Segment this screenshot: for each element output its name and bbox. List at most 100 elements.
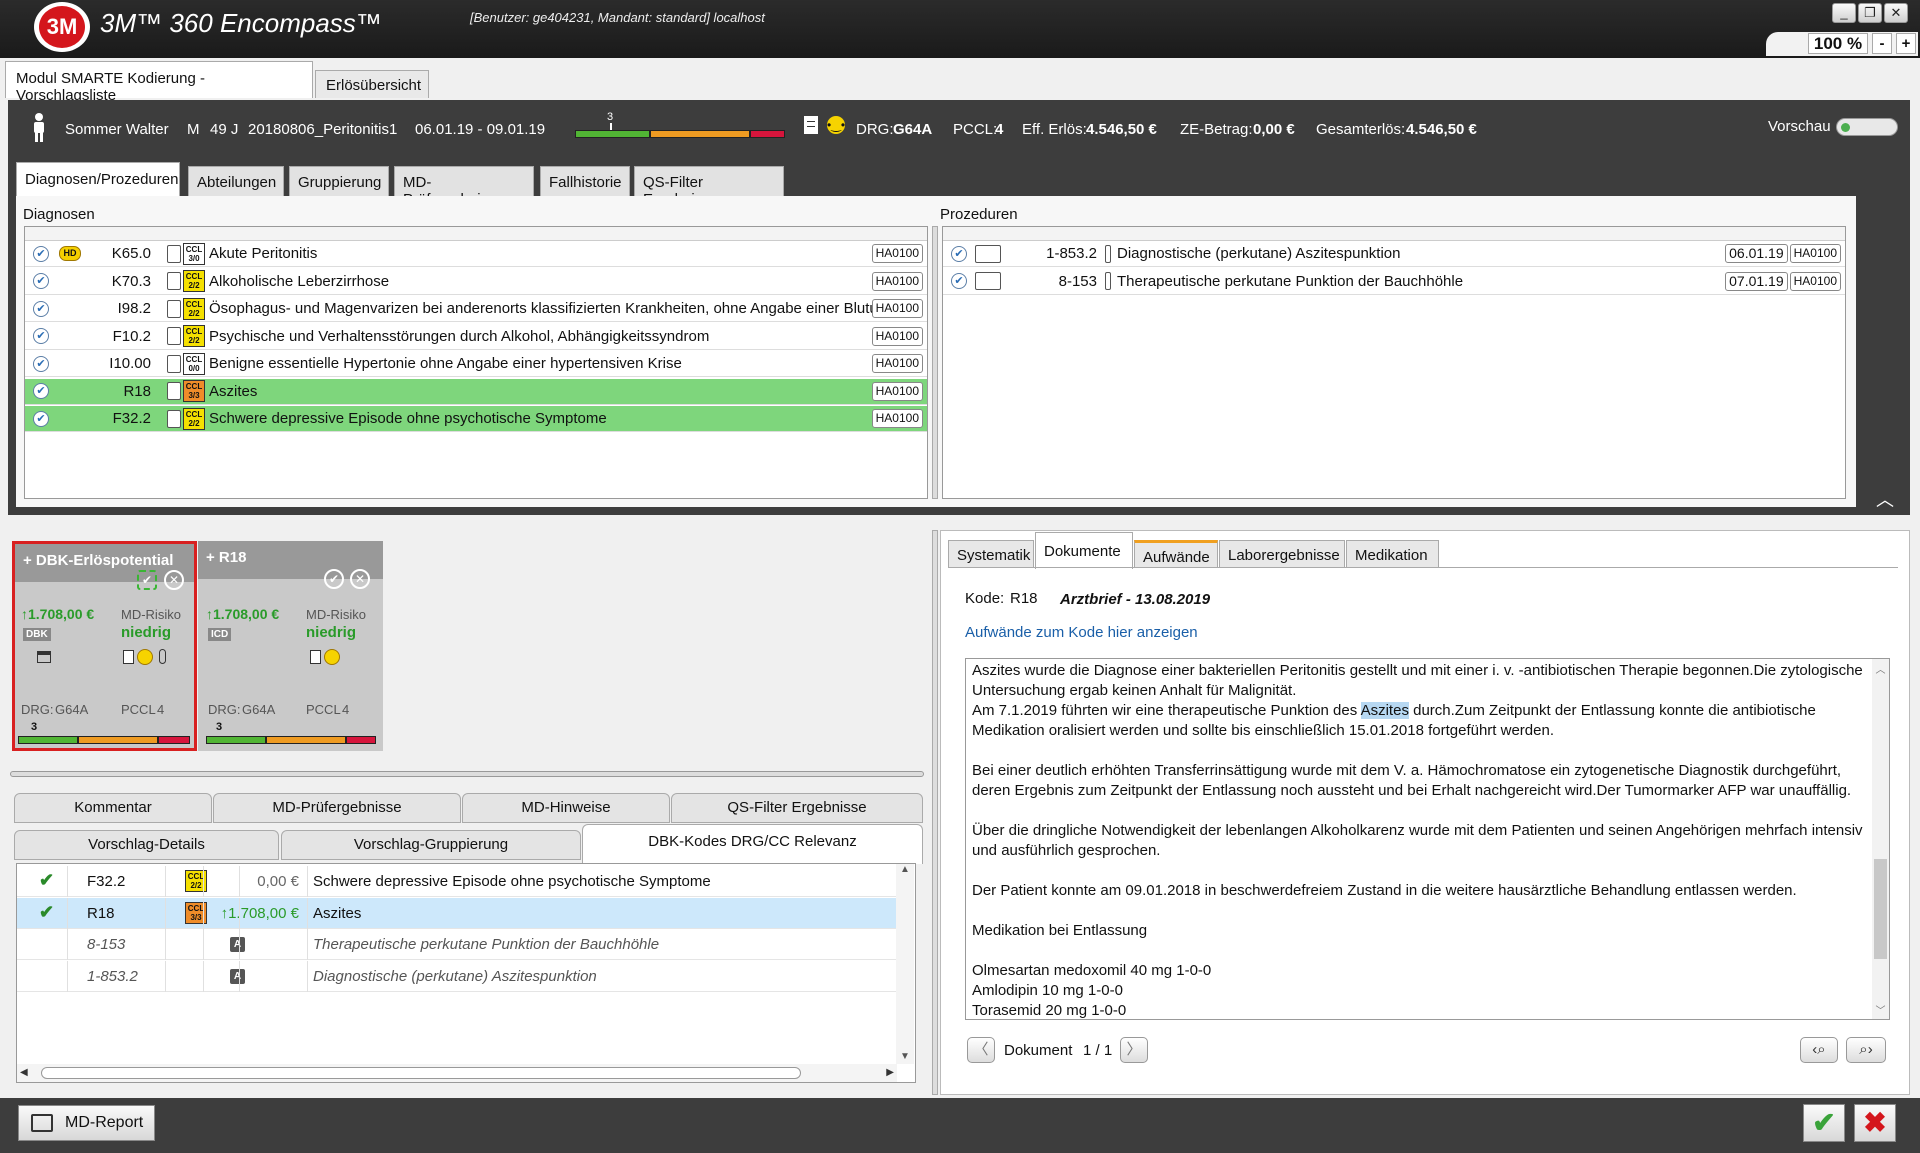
tab-qs-filter-lower[interactable]: QS-Filter Ergebnisse xyxy=(671,793,923,823)
aufwaende-link[interactable]: Aufwände zum Kode hier anzeigen xyxy=(965,624,1198,641)
tab-laborergebnisse[interactable]: Laborergebnisse xyxy=(1219,540,1345,568)
card-scale-label: 3 xyxy=(216,721,223,733)
document-icon[interactable] xyxy=(310,650,321,664)
prozedur-row[interactable]: ✔ 1-853.2 Diagnostische (perkutane) Aszite… xyxy=(943,241,1845,267)
check-icon[interactable]: ✔ xyxy=(951,245,967,262)
tab-systematik[interactable]: Systematik xyxy=(948,540,1034,568)
tab-kommentar[interactable]: Kommentar xyxy=(14,793,212,823)
card-dbk-erloespotential[interactable]: + DBK-Erlöspotential ✔ ✕ ↑1.708,00 € MD-… xyxy=(12,541,197,751)
select-box[interactable] xyxy=(167,382,181,400)
document-icon[interactable] xyxy=(123,650,134,664)
select-box[interactable] xyxy=(167,327,181,345)
check-icon[interactable]: ✔ xyxy=(33,300,49,317)
select-box[interactable] xyxy=(975,244,1001,263)
dbk-row[interactable]: 8-153 A Therapeutische perkutane Punktion … xyxy=(17,929,899,960)
tab-aufwaende[interactable]: Aufwände xyxy=(1134,540,1218,568)
search-next-icon[interactable]: ⌕› xyxy=(1846,1037,1886,1063)
document-scrollbar[interactable]: ︿ ﹀ xyxy=(1872,659,1889,1019)
tab-dokumente[interactable]: Dokumente xyxy=(1035,532,1133,569)
check-icon[interactable]: ✔ xyxy=(33,328,49,344)
vorschau-toggle[interactable] xyxy=(1836,118,1898,136)
card-accept-icon[interactable]: ✔ xyxy=(137,570,157,590)
check-icon[interactable]: ✔ xyxy=(33,273,49,289)
check-icon[interactable]: ✔ xyxy=(33,410,49,427)
zoom-out-button[interactable]: - xyxy=(1872,33,1892,54)
tab-abteilungen[interactable]: Abteilungen xyxy=(188,166,284,196)
dbk-row[interactable]: ✔ R18 CCL 3/3 ↑1.708,00 € Aszites xyxy=(17,897,899,929)
tab-md-hinweise[interactable]: MD-Hinweise xyxy=(462,793,670,823)
department-badge[interactable]: HA0100 xyxy=(871,354,923,373)
next-document-button[interactable]: 〉 xyxy=(1120,1037,1148,1063)
check-icon[interactable]: ✔ xyxy=(33,383,49,399)
tab-fallhistorie[interactable]: Fallhistorie xyxy=(540,166,630,196)
prozedur-row[interactable]: ✔ 8-153 Therapeutische perkutane Punktion … xyxy=(943,269,1845,295)
select-box[interactable] xyxy=(975,272,1001,290)
tab-md-pruefergebnisse-lower[interactable]: MD-Prüfergebnisse xyxy=(213,793,461,823)
confirm-button[interactable]: ✔ xyxy=(1803,1104,1845,1142)
vertical-splitter[interactable] xyxy=(932,530,938,1095)
pccl-value: 4 xyxy=(995,121,1004,138)
close-icon[interactable]: ✕ xyxy=(1884,3,1908,23)
cancel-button[interactable]: ✖ xyxy=(1854,1104,1896,1142)
department-badge[interactable]: HA0100 xyxy=(871,409,923,428)
collapse-icon[interactable]: ︿ xyxy=(1876,486,1894,512)
department-badge[interactable]: HA0100 xyxy=(871,299,923,318)
department-badge[interactable]: HA0100 xyxy=(1789,244,1841,263)
select-box[interactable] xyxy=(167,244,181,263)
search-prev-icon[interactable]: ‹⌕ xyxy=(1800,1037,1838,1063)
tab-smarte-kodierung[interactable]: Modul SMARTE Kodierung - Vorschlagsliste xyxy=(5,61,313,104)
check-icon[interactable]: ✔ xyxy=(951,273,967,289)
prozedur-date[interactable]: 06.01.19 xyxy=(1725,244,1788,263)
tab-vorschlag-details[interactable]: Vorschlag-Details xyxy=(14,830,279,860)
tab-md-pruefergebnisse[interactable]: MD-Prüfergebnisse xyxy=(394,166,534,208)
card-reject-icon[interactable]: ✕ xyxy=(164,570,184,590)
dbk-amount: 0,00 € xyxy=(257,873,299,890)
card-r18[interactable]: + R18 ✔ ✕ ↑1.708,00 € MD-Risiko niedrig … xyxy=(198,541,383,751)
zoom-in-button[interactable]: + xyxy=(1896,33,1916,54)
dbk-row[interactable]: ✔ F32.2 CCL 2/2 0,00 € Schwere depressive Epi… xyxy=(17,866,899,897)
diagnose-row[interactable]: ✔ F10.2 CCL 2/2 Psychische und Verhaltensstö… xyxy=(25,324,927,350)
md-report-button[interactable]: MD-Report xyxy=(18,1105,155,1141)
department-badge[interactable]: HA0100 xyxy=(871,244,923,263)
diagnose-row[interactable]: ✔ I10.00 CCL 0/0 Benigne essentielle Hyperto… xyxy=(25,351,927,377)
select-box[interactable] xyxy=(167,409,181,428)
horizontal-scrollbar[interactable]: ◀ ▶ xyxy=(17,1064,897,1082)
diagnose-row[interactable]: ✔ R18 CCL 3/3 Aszites HA0100 xyxy=(25,378,927,405)
prozedur-date[interactable]: 07.01.19 xyxy=(1725,271,1788,291)
vertical-scrollbar[interactable]: ▲ ▼ xyxy=(896,864,914,1064)
tab-gruppierung[interactable]: Gruppierung xyxy=(289,166,389,196)
department-badge[interactable]: HA0100 xyxy=(871,271,923,291)
dbk-code: 1-853.2 xyxy=(87,967,138,985)
tab-vorschlag-gruppierung[interactable]: Vorschlag-Gruppierung xyxy=(281,830,581,860)
paperclip-icon[interactable] xyxy=(159,649,166,664)
card-accept-icon[interactable]: ✔ xyxy=(324,569,344,589)
diagnose-row[interactable]: ✔ K70.3 CCL 2/2 Alkoholische Leberzirrhose HA… xyxy=(25,269,927,295)
check-icon[interactable]: ✔ xyxy=(33,355,49,372)
select-box[interactable] xyxy=(1105,244,1111,263)
minimize-icon[interactable]: _ xyxy=(1832,3,1856,23)
horizontal-splitter[interactable] xyxy=(10,771,924,777)
select-box[interactable] xyxy=(1105,272,1111,290)
dbk-row[interactable]: 1-853.2 A Diagnostische (perkutane) Aszite… xyxy=(17,960,899,992)
select-box[interactable] xyxy=(167,354,181,373)
select-box[interactable] xyxy=(167,299,181,318)
document-icon[interactable] xyxy=(804,116,818,134)
diagnose-row[interactable]: ✔ F32.2 CCL 2/2 Schwere depressive Episode o… xyxy=(25,406,927,432)
card-reject-icon[interactable]: ✕ xyxy=(350,569,370,589)
tab-medikation[interactable]: Medikation xyxy=(1346,540,1439,568)
prev-document-button[interactable]: 〈 xyxy=(967,1037,995,1063)
restore-icon[interactable]: ❐ xyxy=(1858,3,1882,23)
check-icon[interactable]: ✔ xyxy=(33,245,49,262)
department-badge[interactable]: HA0100 xyxy=(1789,271,1841,291)
diagnosen-splitter[interactable] xyxy=(932,226,938,499)
diagnose-row[interactable]: ✔ HD K65.0 CCL 3/0 Akute Peritonitis HA0100 xyxy=(25,241,927,267)
tab-dbk-kodes[interactable]: DBK-Kodes DRG/CC Relevanz xyxy=(582,824,923,864)
department-badge[interactable]: HA0100 xyxy=(871,381,923,401)
tab-diagnosen-prozeduren[interactable]: Diagnosen/Prozeduren xyxy=(16,162,180,197)
diagnose-row[interactable]: ✔ I98.2 CCL 2/2 Ösophagus- und Magenvarizen … xyxy=(25,296,927,322)
select-box[interactable] xyxy=(167,272,181,290)
tab-qs-filter[interactable]: QS-Filter Ergebnisse xyxy=(634,166,784,208)
tab-erloesuebersicht[interactable]: Erlösübersicht xyxy=(315,70,429,98)
card-scale xyxy=(206,736,376,744)
department-badge[interactable]: HA0100 xyxy=(871,326,923,346)
